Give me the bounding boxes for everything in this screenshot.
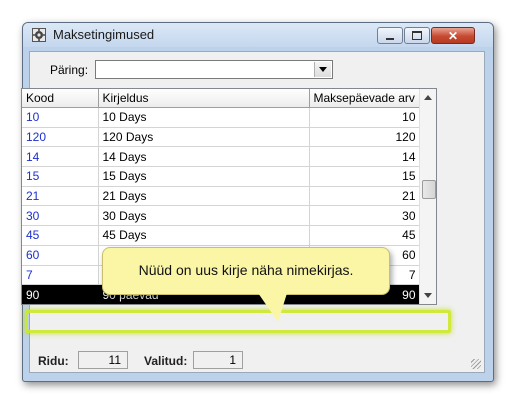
column-header-maksepaevade-arv[interactable]: Maksepäevade arv (309, 89, 420, 108)
maximize-button[interactable] (404, 27, 430, 44)
resize-grip[interactable] (471, 359, 481, 369)
callout-text: Nüüd on uus kirje näha nimekirjas. (138, 262, 354, 278)
scroll-up-icon[interactable] (424, 95, 432, 100)
cell-kood[interactable]: 21 (22, 186, 99, 207)
close-icon: ✕ (447, 28, 459, 43)
cell-kood[interactable]: 30 (22, 205, 99, 227)
cell-maksepaevade-arv[interactable]: 21 (309, 186, 420, 207)
minimize-button[interactable] (377, 27, 403, 44)
dropdown-button[interactable] (314, 62, 331, 77)
close-button[interactable]: ✕ (431, 27, 475, 44)
cell-kood[interactable]: 90 (22, 284, 99, 304)
callout-pointer (256, 290, 288, 322)
cell-maksepaevade-arv[interactable]: 10 (309, 107, 420, 128)
title-bar[interactable]: Maksetingimused ✕ (23, 23, 493, 47)
table-row[interactable]: 21 21 Days 21 (22, 186, 420, 207)
cell-maksepaevade-arv[interactable]: 15 (309, 166, 420, 187)
cell-maksepaevade-arv[interactable]: 14 (309, 146, 420, 168)
cell-kirjeldus[interactable]: 45 Days (98, 225, 310, 246)
table-row[interactable]: 10 10 Days 10 (22, 107, 420, 128)
cell-kood[interactable]: 60 (22, 245, 99, 266)
table-row[interactable]: 14 14 Days 14 (22, 146, 420, 168)
cell-kirjeldus[interactable]: 120 Days (98, 127, 310, 148)
cell-kirjeldus[interactable]: 10 Days (98, 107, 310, 128)
chevron-down-icon (319, 67, 327, 72)
column-header-kirjeldus[interactable]: Kirjeldus (98, 89, 310, 108)
selected-count-value: 1 (193, 351, 243, 369)
status-bar: Ridu: 11 Valitud: 1 (30, 348, 484, 372)
cell-kood[interactable]: 120 (22, 127, 99, 148)
table-row[interactable]: 120 120 Days 120 (22, 127, 420, 148)
column-header-kood[interactable]: Kood (22, 89, 99, 108)
scroll-thumb[interactable] (422, 180, 436, 199)
cell-maksepaevade-arv[interactable]: 30 (309, 205, 420, 227)
vertical-scrollbar[interactable] (419, 89, 436, 304)
maximize-icon (412, 31, 422, 40)
rows-count-label: Ridu: (38, 354, 69, 368)
window-title: Maksetingimused (53, 27, 155, 42)
table-header-row: Kood Kirjeldus Maksepäevade arv (22, 89, 420, 108)
table-row[interactable]: 30 30 Days 30 (22, 205, 420, 227)
cell-kirjeldus[interactable]: 30 Days (98, 205, 310, 227)
query-combobox[interactable] (95, 60, 333, 79)
scroll-down-icon[interactable] (424, 293, 432, 298)
minimize-icon (386, 37, 394, 40)
tooltip-callout: Nüüd on uus kirje näha nimekirjas. (102, 247, 390, 295)
cell-kirjeldus[interactable]: 14 Days (98, 146, 310, 168)
rows-count-value: 11 (78, 351, 128, 369)
cell-maksepaevade-arv[interactable]: 120 (309, 127, 420, 148)
cell-kood[interactable]: 15 (22, 166, 99, 187)
cell-maksepaevade-arv[interactable]: 45 (309, 225, 420, 246)
cell-kood[interactable]: 10 (22, 107, 99, 128)
cell-kood[interactable]: 7 (22, 265, 99, 286)
cell-kirjeldus[interactable]: 15 Days (98, 166, 310, 187)
cell-kood[interactable]: 14 (22, 146, 99, 168)
selected-count-label: Valitud: (144, 354, 188, 368)
cell-kood[interactable]: 45 (22, 225, 99, 246)
cell-kirjeldus[interactable]: 21 Days (98, 186, 310, 207)
query-label: Päring: (50, 63, 89, 77)
table-row[interactable]: 15 15 Days 15 (22, 166, 420, 187)
table-row[interactable]: 45 45 Days 45 (22, 225, 420, 246)
gear-icon (32, 28, 46, 42)
